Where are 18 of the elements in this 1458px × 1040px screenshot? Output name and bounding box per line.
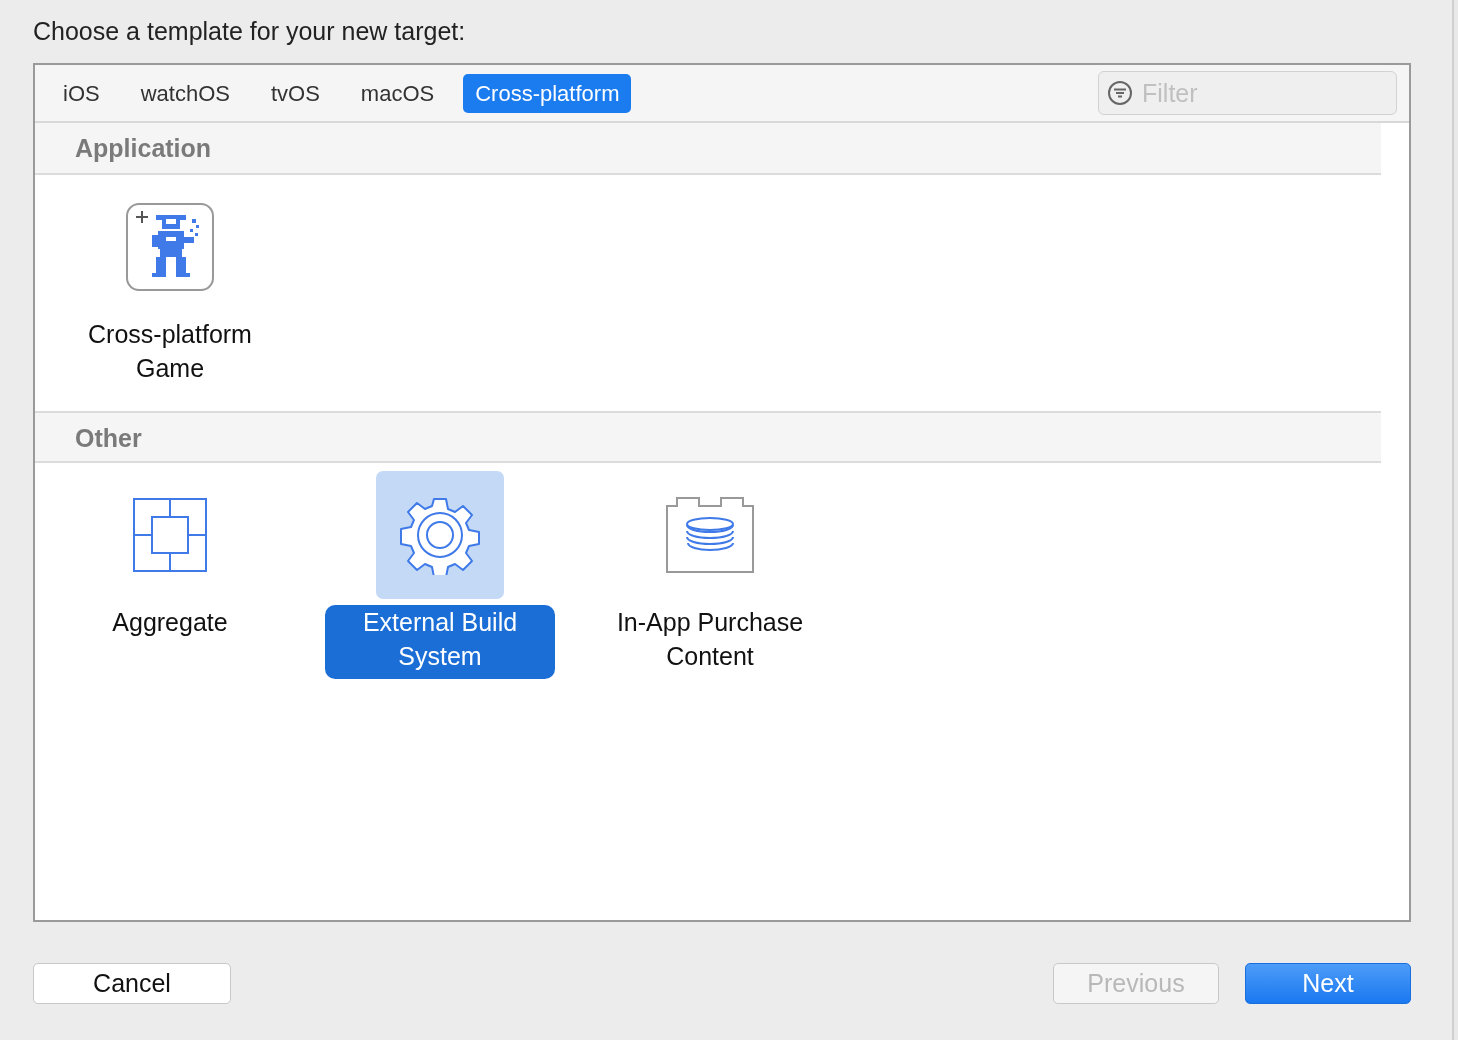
template-label[interactable]: External Build System bbox=[325, 605, 555, 679]
platform-tab[interactable]: iOS bbox=[51, 73, 112, 113]
platform-tab[interactable]: macOS bbox=[348, 73, 447, 113]
selected-icon-background[interactable] bbox=[376, 471, 504, 599]
section-header: Application bbox=[35, 123, 1381, 175]
platform-tab[interactable]: watchOS bbox=[128, 73, 242, 113]
template-label[interactable]: In-App Purchase Content bbox=[595, 605, 825, 679]
robot-app-icon bbox=[126, 203, 214, 291]
dialog-heading: Choose a template for your new target: bbox=[33, 16, 467, 47]
platform-tab[interactable]: Cross-platform bbox=[463, 73, 632, 113]
coin-stack-icon bbox=[666, 496, 754, 574]
gear-icon bbox=[400, 495, 480, 575]
platform-tab[interactable]: tvOS bbox=[258, 73, 332, 113]
section-header: Other bbox=[35, 411, 1381, 463]
template-label[interactable]: Cross-platform Game bbox=[55, 317, 285, 391]
aggregate-icon bbox=[132, 497, 208, 573]
dialog-button[interactable]: Cancel bbox=[33, 963, 231, 1004]
template-label[interactable]: Aggregate bbox=[95, 605, 245, 645]
